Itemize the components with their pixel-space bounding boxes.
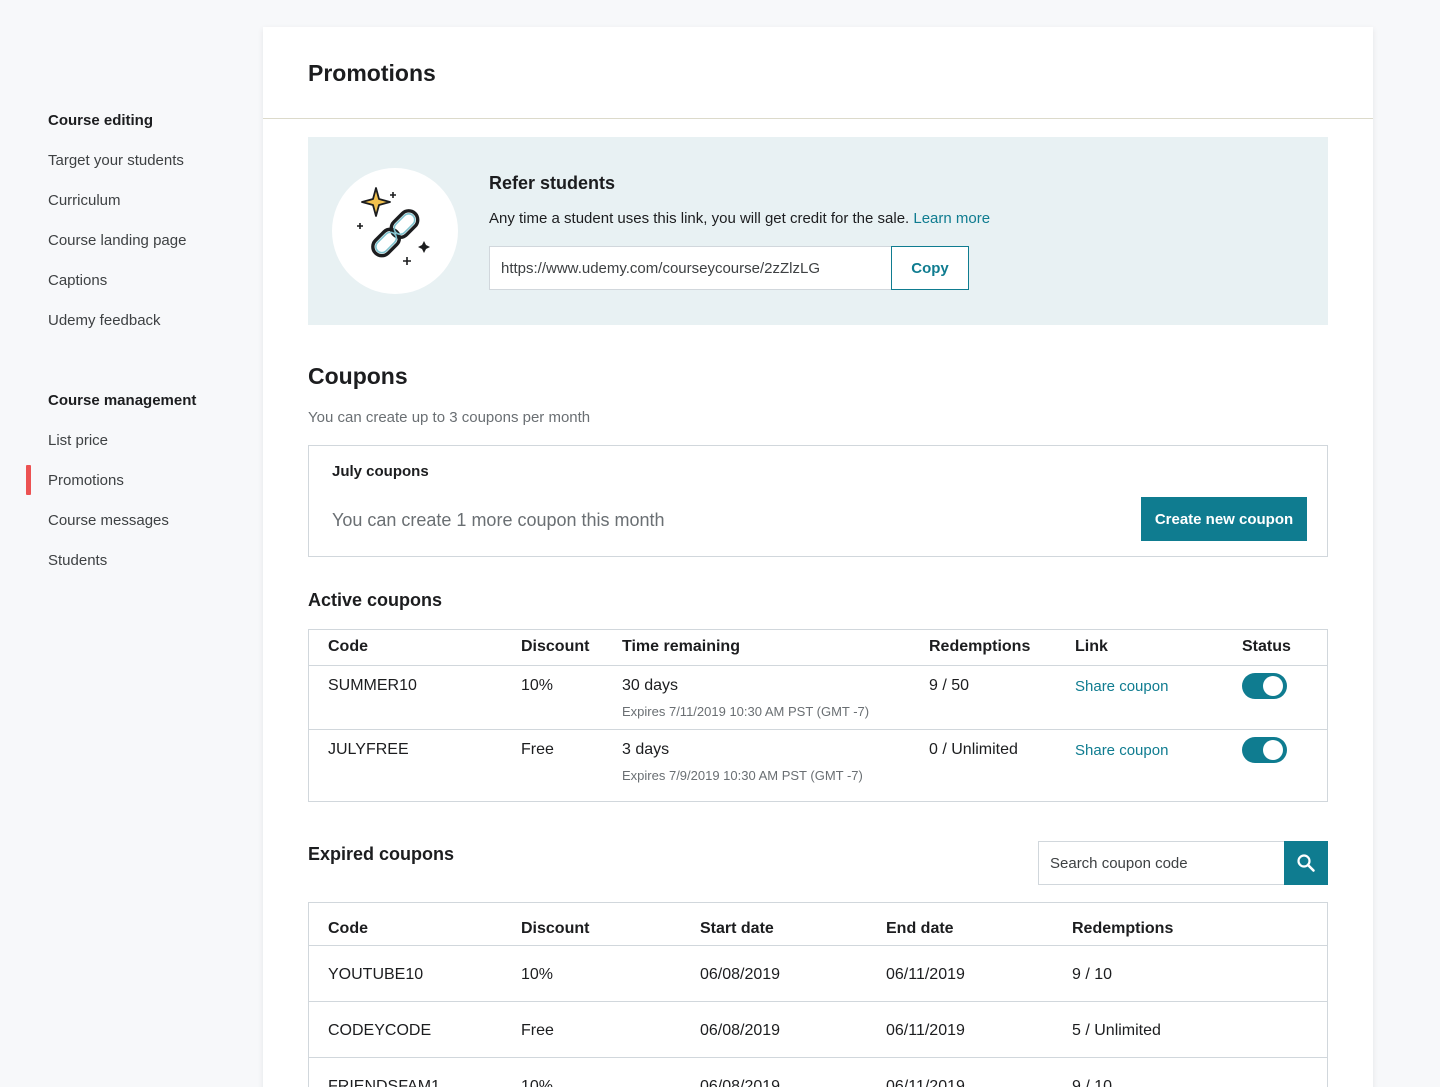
- column-header-code: Code: [328, 638, 368, 655]
- search-icon: [1297, 854, 1315, 872]
- coupon-discount: 10%: [521, 1078, 554, 1087]
- coupon-code: JULYFREE: [328, 741, 409, 758]
- copy-button[interactable]: Copy: [891, 246, 969, 290]
- column-header-discount: Discount: [521, 638, 590, 655]
- coupon-expiry: Expires 7/9/2019 10:30 AM PST (GMT -7): [622, 768, 863, 783]
- coupons-title: Coupons: [308, 363, 408, 389]
- toggle-knob: [1263, 676, 1283, 696]
- coupon-redemptions: 5 / Unlimited: [1072, 1022, 1161, 1039]
- header-divider: [309, 945, 1327, 946]
- active-coupons-title: Active coupons: [308, 590, 443, 610]
- column-header-time-remaining: Time remaining: [622, 638, 740, 655]
- sidebar-item-course-messages[interactable]: Course messages: [48, 512, 169, 529]
- refer-students-panel: Refer students Any time a student uses t…: [308, 137, 1328, 325]
- monthly-coupons-title: July coupons: [332, 463, 429, 480]
- column-header-end-date: End date: [886, 920, 954, 937]
- coupon-discount: 10%: [521, 677, 554, 694]
- coupon-start-date: 06/08/2019: [700, 1022, 781, 1039]
- refer-icon-circle: [332, 168, 458, 294]
- coupons-subtitle: You can create up to 3 coupons per month: [308, 409, 591, 426]
- sidebar-item-udemy-feedback[interactable]: Udemy feedback: [48, 312, 161, 329]
- sidebar-item-list-price[interactable]: List price: [48, 432, 108, 449]
- learn-more-link[interactable]: Learn more: [913, 210, 990, 227]
- refer-title: Refer students: [489, 173, 616, 193]
- title-divider: [263, 118, 1373, 119]
- search-button[interactable]: [1284, 841, 1328, 885]
- link-sparkle-icon: [357, 187, 430, 265]
- coupon-end-date: 06/11/2019: [886, 1078, 965, 1087]
- column-header-discount: Discount: [521, 920, 590, 937]
- referral-link-field[interactable]: [489, 246, 892, 290]
- coupon-start-date: 06/08/2019: [700, 1078, 781, 1087]
- coupon-end-date: 06/11/2019: [886, 966, 965, 983]
- row-divider: [309, 1057, 1327, 1058]
- share-coupon-link[interactable]: Share coupon: [1075, 742, 1168, 759]
- coupon-redemptions: 9 / 50: [929, 677, 970, 694]
- status-toggle[interactable]: [1242, 673, 1287, 699]
- sidebar-item-captions[interactable]: Captions: [48, 272, 107, 289]
- column-header-status: Status: [1242, 638, 1291, 655]
- coupon-code: CODEYCODE: [328, 1022, 432, 1039]
- refer-description-text: Any time a student uses this link, you w…: [489, 210, 910, 227]
- sidebar-item-course-landing-page[interactable]: Course landing page: [48, 232, 186, 249]
- active-coupons-table: Code Discount Time remaining Redemptions…: [308, 629, 1328, 802]
- coupon-discount: 10%: [521, 966, 554, 983]
- refer-description: Any time a student uses this link, you w…: [489, 210, 990, 227]
- coupon-discount: Free: [521, 1022, 554, 1039]
- page-title: Promotions: [308, 60, 436, 86]
- coupon-time-remaining: 3 days: [622, 741, 670, 758]
- share-coupon-link[interactable]: Share coupon: [1075, 678, 1168, 695]
- expired-coupons-table: Code Discount Start date End date Redemp…: [308, 902, 1328, 1087]
- row-divider: [309, 1001, 1327, 1002]
- coupon-code: YOUTUBE10: [328, 966, 424, 983]
- coupon-redemptions: 0 / Unlimited: [929, 741, 1018, 758]
- sidebar-item-target-your-students[interactable]: Target your students: [48, 152, 184, 169]
- expired-coupons-title: Expired coupons: [308, 844, 455, 864]
- column-header-redemptions: Redemptions: [1072, 920, 1174, 937]
- search-coupon-input[interactable]: [1038, 841, 1285, 885]
- coupon-code: FRIENDSFAM1: [328, 1078, 441, 1087]
- coupon-redemptions: 9 / 10: [1072, 966, 1113, 983]
- sidebar-item-students[interactable]: Students: [48, 552, 107, 569]
- coupon-discount: Free: [521, 741, 554, 758]
- sidebar-item-curriculum[interactable]: Curriculum: [48, 192, 121, 209]
- coupon-expiry: Expires 7/11/2019 10:30 AM PST (GMT -7): [622, 704, 870, 719]
- column-header-start-date: Start date: [700, 920, 774, 937]
- column-header-redemptions: Redemptions: [929, 638, 1031, 655]
- coupon-start-date: 06/08/2019: [700, 966, 781, 983]
- monthly-coupons-description: You can create 1 more coupon this month: [332, 510, 665, 530]
- coupon-redemptions: 9 / 10: [1072, 1078, 1113, 1087]
- sidebar-group-title-course-editing: Course editing: [48, 112, 154, 129]
- toggle-knob: [1263, 740, 1283, 760]
- coupon-end-date: 06/11/2019: [886, 1022, 965, 1039]
- status-toggle[interactable]: [1242, 737, 1287, 763]
- column-header-code: Code: [328, 920, 368, 937]
- header-divider: [309, 665, 1327, 666]
- sidebar-group-title-course-management: Course management: [48, 392, 197, 409]
- create-new-coupon-button[interactable]: Create new coupon: [1141, 497, 1307, 541]
- coupon-time-remaining: 30 days: [622, 677, 679, 694]
- sidebar-item-promotions[interactable]: Promotions: [48, 472, 124, 489]
- row-divider: [309, 729, 1327, 730]
- monthly-coupons-box: July coupons You can create 1 more coupo…: [308, 445, 1328, 557]
- sidebar-active-indicator: [26, 465, 31, 495]
- coupon-code: SUMMER10: [328, 677, 417, 694]
- column-header-link: Link: [1075, 638, 1108, 655]
- sidebar: Course editing Target your students Curr…: [0, 0, 262, 1087]
